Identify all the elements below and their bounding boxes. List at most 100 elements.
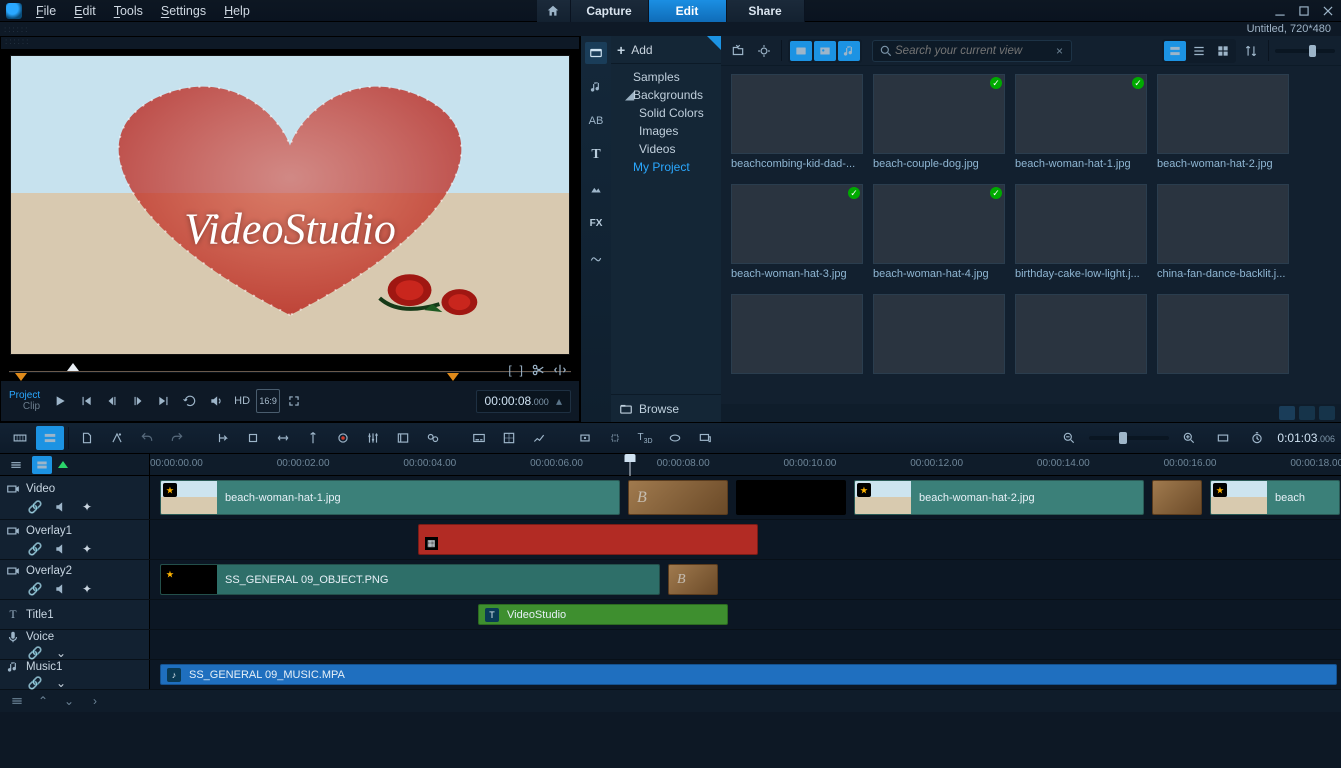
view-list-icon[interactable] [1188, 41, 1210, 61]
library-item[interactable]: beach-woman-hat-2.jpg [1157, 74, 1289, 180]
mute-icon[interactable] [54, 500, 68, 514]
tool-motion[interactable] [525, 426, 553, 450]
tree-videos[interactable]: Videos [611, 140, 721, 158]
next-frame-button[interactable] [126, 389, 150, 413]
aspect-button[interactable]: 16:9 [256, 389, 280, 413]
clip-title[interactable]: T VideoStudio [478, 604, 728, 625]
rail-title-icon[interactable]: T [585, 144, 607, 166]
clip-video-2[interactable]: ★ beach-woman-hat-2.jpg [854, 480, 1144, 515]
volume-button[interactable] [204, 389, 228, 413]
timeline-view-icon[interactable] [36, 426, 64, 450]
library-item[interactable]: ✓beach-woman-hat-4.jpg [873, 184, 1005, 290]
link-icon[interactable]: 🔗 [28, 542, 42, 556]
link-icon[interactable]: 🔗 [28, 676, 42, 690]
clip-overlay2-trans[interactable]: B [668, 564, 718, 595]
preview-scrubber[interactable]: [ ] [9, 363, 571, 381]
fullscreen-button[interactable] [282, 389, 306, 413]
rail-path-icon[interactable] [585, 246, 607, 268]
clip-video-3[interactable]: ★ beach [1210, 480, 1340, 515]
tool-pan[interactable] [571, 426, 599, 450]
tool-subtitle[interactable] [465, 426, 493, 450]
rail-audio-icon[interactable] [585, 76, 607, 98]
library-item[interactable]: beachcombing-kid-dad-... [731, 74, 863, 180]
clip-transition-1[interactable]: B [628, 480, 728, 515]
storyboard-view-icon[interactable] [6, 426, 34, 450]
rail-fx-icon[interactable]: FX [585, 212, 607, 234]
preview-timecode[interactable]: 00:00:08.000 ▴ [476, 390, 571, 413]
duration-icon[interactable] [1243, 426, 1271, 450]
tree-collapse-icon[interactable] [707, 36, 721, 50]
expand-icon[interactable]: ⌄ [54, 646, 68, 660]
clip-gap[interactable] [736, 480, 846, 515]
tool-crop[interactable] [239, 426, 267, 450]
tree-samples[interactable]: Samples [611, 68, 721, 86]
scroll-right-icon[interactable]: › [86, 693, 104, 709]
tool-3d-title[interactable]: T3D [631, 426, 659, 450]
link-icon[interactable]: 🔗 [28, 500, 42, 514]
thumb-size-slider[interactable] [1275, 49, 1335, 53]
filter-photo-icon[interactable] [814, 41, 836, 61]
scroll-down-icon[interactable]: ⌄ [60, 693, 78, 709]
add-cue-icon[interactable] [58, 461, 68, 468]
go-end-button[interactable] [152, 389, 176, 413]
library-item[interactable] [873, 294, 1005, 388]
view-grid-icon[interactable] [1212, 41, 1234, 61]
library-item[interactable]: birthday-cake-low-light.j... [1015, 184, 1147, 290]
scroll-up-icon[interactable]: ⌃ [34, 693, 52, 709]
play-button[interactable] [48, 389, 72, 413]
window-maximize[interactable] [1297, 4, 1311, 18]
scissors-icon[interactable] [531, 363, 545, 377]
menu-tools[interactable]: Tools [114, 4, 143, 18]
menu-help[interactable]: Help [224, 4, 250, 18]
ruler-opt-1[interactable] [6, 456, 26, 474]
effects-icon[interactable]: ✦ [80, 582, 94, 596]
tool-stretch[interactable] [269, 426, 297, 450]
add-track-icon[interactable] [8, 693, 26, 709]
tree-my-project[interactable]: My Project [611, 158, 721, 176]
tool-grid[interactable] [495, 426, 523, 450]
window-minimize[interactable] [1273, 4, 1287, 18]
tool-record[interactable] [329, 426, 357, 450]
mark-out-icon[interactable]: ] [520, 363, 523, 377]
import-icon[interactable] [727, 41, 749, 61]
footer-btn-1[interactable] [1279, 406, 1295, 420]
footer-btn-3[interactable] [1319, 406, 1335, 420]
mode-clip[interactable]: Clip [23, 401, 40, 412]
mute-icon[interactable] [54, 582, 68, 596]
zoom-in-icon[interactable] [1175, 426, 1203, 450]
ruler-opt-2[interactable] [32, 456, 52, 474]
rail-graphic-icon[interactable] [585, 178, 607, 200]
add-folder-label[interactable]: Add [631, 43, 652, 57]
preview-grip[interactable]: :::::: [1, 37, 579, 49]
tool-fx[interactable] [103, 426, 131, 450]
library-item[interactable]: ✓beach-couple-dog.jpg [873, 74, 1005, 180]
clip-transition-2[interactable] [1152, 480, 1202, 515]
zoom-slider[interactable] [1089, 436, 1169, 440]
tool-mask[interactable] [661, 426, 689, 450]
library-item[interactable] [731, 294, 863, 388]
link-icon[interactable]: 🔗 [28, 582, 42, 596]
menu-settings[interactable]: Settings [161, 4, 206, 18]
browse-button[interactable]: Browse [611, 394, 721, 422]
tool-chapter[interactable] [389, 426, 417, 450]
filter-video-icon[interactable] [790, 41, 812, 61]
rail-transition-icon[interactable]: AB [585, 110, 607, 132]
hd-toggle[interactable]: HD [230, 389, 254, 413]
preview-canvas[interactable]: VideoStudio [5, 49, 575, 361]
rail-media-icon[interactable] [585, 42, 607, 64]
library-search[interactable]: × [872, 40, 1072, 62]
split-icon[interactable] [553, 363, 567, 377]
mode-project[interactable]: Project [9, 390, 40, 401]
tree-solid-colors[interactable]: Solid Colors [611, 104, 721, 122]
tool-track-motion[interactable] [601, 426, 629, 450]
effects-icon[interactable]: ✦ [80, 542, 94, 556]
link-icon[interactable]: 🔗 [28, 646, 42, 660]
library-item[interactable]: ✓beach-woman-hat-3.jpg [731, 184, 863, 290]
undo-button[interactable] [133, 426, 161, 450]
tab-share[interactable]: Share [727, 0, 805, 22]
panel-grip-top[interactable]: :::::: [0, 22, 1341, 36]
add-folder-icon[interactable]: + [617, 42, 625, 58]
library-item[interactable] [1015, 294, 1147, 388]
clip-video-1[interactable]: ★ beach-woman-hat-1.jpg [160, 480, 620, 515]
window-close[interactable] [1321, 4, 1335, 18]
